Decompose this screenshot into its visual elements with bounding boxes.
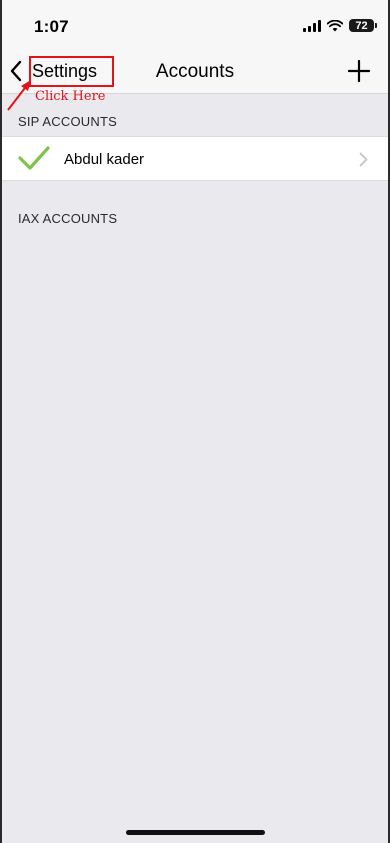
phone-screen: 1:07 72 Settings Accounts Click Here SIP… <box>0 0 390 843</box>
section-header-iax: IAX ACCOUNTS <box>18 211 118 226</box>
annotation-arrow-icon <box>7 80 31 111</box>
battery-icon: 72 <box>349 19 377 32</box>
status-bar: 1:07 72 <box>2 0 388 50</box>
account-name: Abdul kader <box>64 151 145 168</box>
section-header-sip: SIP ACCOUNTS <box>18 114 117 129</box>
page-title: Accounts <box>155 61 235 82</box>
home-indicator[interactable] <box>126 830 265 835</box>
battery-level: 72 <box>355 19 368 32</box>
cellular-signal-icon <box>303 19 321 32</box>
navigation-bar: Settings Accounts <box>2 50 388 94</box>
checkmark-icon <box>18 146 50 170</box>
account-row[interactable]: Abdul kader <box>2 136 388 181</box>
wifi-icon <box>327 19 343 31</box>
plus-icon[interactable] <box>348 60 370 82</box>
chevron-right-icon <box>359 152 368 167</box>
annotation-click-here: Click Here <box>35 89 106 104</box>
status-time: 1:07 <box>34 17 69 36</box>
status-icons: 72 <box>303 19 377 32</box>
